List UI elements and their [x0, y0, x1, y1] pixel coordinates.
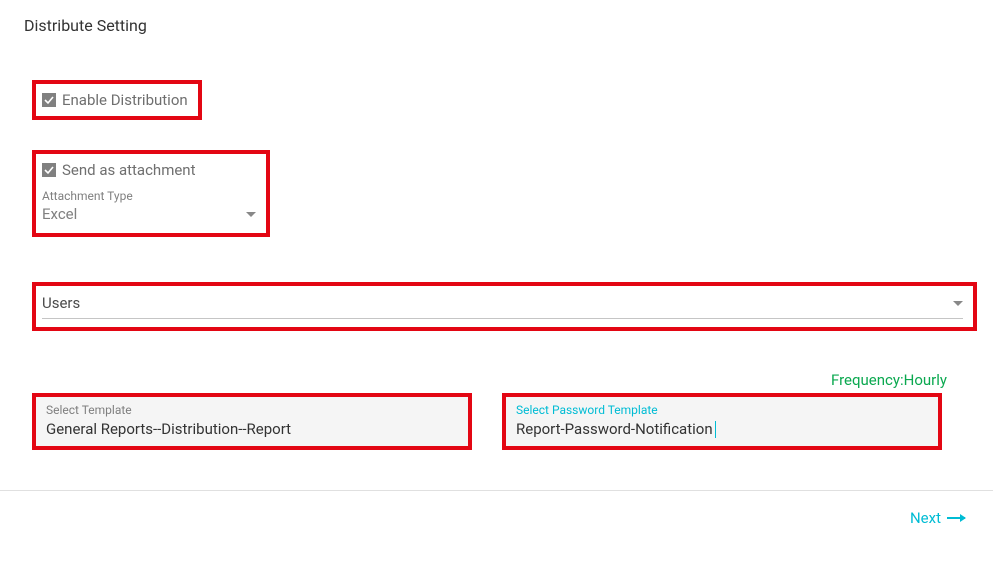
select-template-field[interactable]: Select Template General Reports--Distrib… — [32, 393, 472, 450]
enable-distribution-group: Enable Distribution — [32, 80, 202, 120]
users-group: Users — [32, 282, 977, 331]
select-template-label: Select Template — [46, 403, 458, 417]
send-as-attachment-label: Send as attachment — [62, 161, 196, 179]
page-title: Distribute Setting — [0, 0, 993, 35]
select-password-template-field[interactable]: Select Password Template Report-Password… — [502, 393, 942, 450]
users-select[interactable]: Users — [42, 294, 963, 319]
enable-distribution-label: Enable Distribution — [62, 91, 188, 109]
arrow-right-icon — [947, 517, 965, 519]
check-icon — [44, 165, 54, 175]
next-button-label: Next — [910, 509, 941, 527]
frequency-label: Frequency — [831, 371, 900, 389]
users-value: Users — [42, 294, 80, 312]
chevron-down-icon — [953, 301, 963, 306]
frequency-value: Hourly — [904, 371, 947, 389]
footer: Next — [0, 490, 993, 491]
enable-distribution-checkbox[interactable] — [42, 93, 56, 107]
send-as-attachment-checkbox[interactable] — [42, 163, 56, 177]
template-row: Select Template General Reports--Distrib… — [32, 393, 961, 450]
attachment-type-label: Attachment Type — [42, 189, 256, 203]
frequency-text: Frequency:Hourly — [32, 371, 961, 389]
attachment-type-value: Excel — [42, 205, 77, 223]
attachment-group: Send as attachment Attachment Type Excel — [32, 150, 270, 237]
attachment-type-select[interactable]: Excel — [42, 205, 256, 223]
check-icon — [44, 95, 54, 105]
next-button[interactable]: Next — [910, 509, 965, 527]
select-password-template-value: Report-Password-Notification — [516, 420, 716, 438]
select-template-value: General Reports--Distribution--Report — [46, 420, 291, 438]
text-cursor-icon — [715, 421, 716, 438]
chevron-down-icon — [246, 212, 256, 217]
distribute-settings-form: Enable Distribution Send as attachment A… — [0, 35, 993, 450]
select-password-template-label: Select Password Template — [516, 403, 928, 417]
